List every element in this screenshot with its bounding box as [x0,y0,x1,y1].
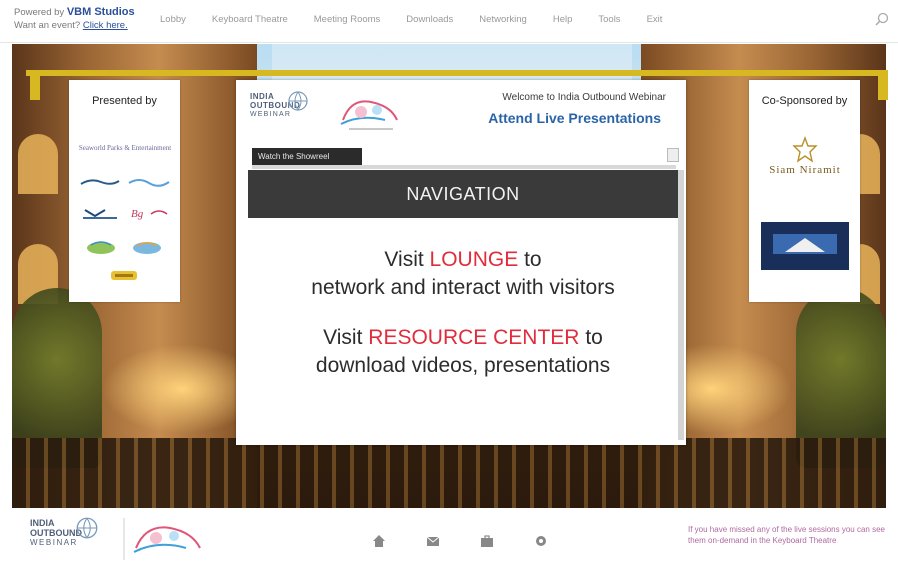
powered-prefix: Powered by [14,7,65,18]
co-sponsored-panel: Co-Sponsored by Siam Niramit [749,80,860,302]
menu-exit[interactable]: Exit [647,14,663,25]
search-input[interactable] [734,13,888,31]
tab-showreel[interactable]: Watch the Showreel [252,148,362,165]
attend-live-link[interactable]: Attend Live Presentations [446,110,661,126]
lounge-prefix: Visit [384,248,430,271]
globe-icon [76,517,98,539]
gold-rail [26,70,888,76]
search-icon[interactable] [874,12,890,28]
resource-center-link[interactable]: RESOURCE CENTER [368,326,579,349]
welcome-text: Welcome to India Outbound Webinar [502,92,666,103]
rail-cap [878,70,888,100]
lounge-line[interactable]: Visit LOUNGE to [248,246,678,274]
menu-lobby[interactable]: Lobby [160,14,186,25]
siam-niramit-text: Siam Niramit [769,164,841,176]
footer: INDIA OUTBOUND WEBINAR If you have misse… [0,510,898,564]
event-link[interactable]: Click here. [83,20,128,31]
resource-prefix: Visit [323,326,369,349]
resource-description: download videos, presentations [315,354,611,377]
gear-icon[interactable] [534,534,548,548]
menu-keyboard-theatre[interactable]: Keyboard Theatre [212,14,288,25]
navigation-content: Visit LOUNGE to network and interact wit… [248,218,678,440]
main-menu: Lobby Keyboard Theatre Meeting Rooms Dow… [160,14,688,25]
menu-downloads[interactable]: Downloads [406,14,453,25]
adventure-island-logo[interactable] [83,238,119,256]
co-sponsored-title: Co-Sponsored by [761,95,848,107]
on-demand-note: If you have missed any of the live sessi… [688,525,885,545]
event-prefix: Want an event? [14,20,81,31]
tab-divider [252,165,676,169]
sponsor-logo[interactable] [79,175,121,189]
lounge-suffix: to [518,248,542,271]
courtyard-floor [12,438,886,508]
footer-travel-logo[interactable] [122,516,218,562]
center-panel: INDIA OUTBOUND WEBINAR Welcome to India … [236,80,686,445]
lounge-link[interactable]: LOUNGE [430,248,519,271]
footer-icon-bar [372,534,588,548]
navigation-header: NAVIGATION [248,170,678,218]
presented-by-title: Presented by [92,95,157,107]
presented-by-panel: Presented by Seaworld Parks & Entertainm… [69,80,180,302]
rail-cap [30,70,40,100]
scroll-button[interactable] [667,148,679,162]
top-bar: Powered by VBM Studios Want an event? Cl… [0,0,898,43]
menu-tools[interactable]: Tools [598,14,620,25]
imagination-logo[interactable] [761,222,849,270]
center-header: INDIA OUTBOUND WEBINAR Welcome to India … [236,80,686,142]
seaworld-parks-logo[interactable]: Seaworld Parks & Entertainment [75,135,175,161]
arch [18,134,58,194]
busch-gardens-logo[interactable]: Bg [127,205,171,221]
menu-meeting-rooms[interactable]: Meeting Rooms [314,14,381,25]
home-icon[interactable] [372,534,386,548]
brand-link[interactable]: VBM Studios [67,6,135,18]
siam-niramit-logo[interactable]: Siam Niramit [763,125,847,187]
content-scrollbar[interactable] [678,170,684,440]
globe-icon [288,91,308,111]
menu-help[interactable]: Help [553,14,573,25]
lounge-description: network and interact with visitors [311,276,615,299]
sesame-place-logo[interactable] [107,266,141,284]
travel-logo[interactable] [331,90,411,134]
water-country-logo[interactable] [127,238,167,256]
menu-networking[interactable]: Networking [479,14,527,25]
aquatica-logo[interactable] [127,175,171,189]
footer-india-outbound-logo[interactable]: INDIA OUTBOUND WEBINAR [30,517,110,562]
svg-text:Bg: Bg [131,208,144,220]
briefcase-icon[interactable] [480,534,494,548]
seaworld-logo[interactable] [79,205,121,221]
india-outbound-logo[interactable]: INDIA OUTBOUND WEBINAR [250,91,310,132]
powered-by: Powered by VBM Studios Want an event? Cl… [14,6,135,32]
resource-line[interactable]: Visit RESOURCE CENTER to [248,324,678,352]
resource-suffix: to [579,326,603,349]
mail-icon[interactable] [426,534,440,548]
